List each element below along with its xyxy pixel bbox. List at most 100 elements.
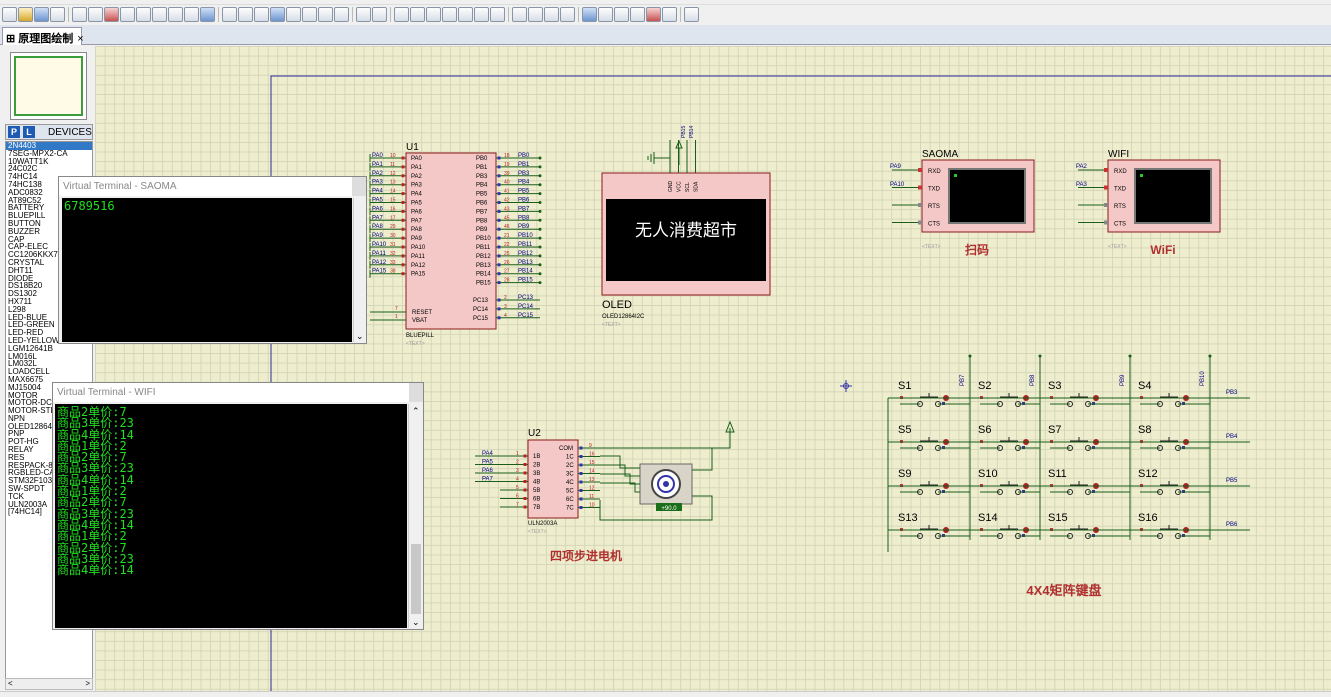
close-icon[interactable]: × [77, 33, 83, 45]
block-delete-icon[interactable] [490, 7, 505, 22]
terminal-title: Virtual Terminal - SAOMA [59, 177, 366, 196]
terminal-screen[interactable]: 6789516 [62, 198, 352, 342]
net-label: PC14 [518, 304, 534, 310]
terminal-scrollbar[interactable]: ⌃ ⌄ [408, 404, 423, 628]
source-icon[interactable] [184, 7, 199, 22]
pick-devices-button[interactable]: P [8, 126, 20, 138]
scrollbar-thumb[interactable] [411, 544, 421, 614]
save-icon[interactable] [34, 7, 49, 22]
wire-end [538, 165, 542, 169]
pin-marker [497, 174, 501, 178]
property-assign-icon[interactable] [614, 7, 629, 22]
pick-device-icon[interactable] [512, 7, 527, 22]
wire-autorouter-icon[interactable] [582, 7, 597, 22]
terminal-scrollbar[interactable]: ⌄ [353, 198, 366, 342]
notes-icon[interactable] [168, 7, 183, 22]
net-label: PB6 [1226, 522, 1238, 528]
saoma-cursor [954, 174, 957, 177]
make-device-icon[interactable] [528, 7, 543, 22]
zoom-area-icon[interactable] [334, 7, 349, 22]
pin-name: 6B [533, 497, 540, 503]
wire-end [538, 156, 542, 160]
search-icon[interactable] [598, 7, 613, 22]
net-label: PA5 [372, 198, 384, 204]
home-icon[interactable] [72, 7, 87, 22]
exit-parent-icon[interactable] [662, 7, 677, 22]
pin-name: PA10 [411, 245, 426, 251]
copy-icon[interactable] [410, 7, 425, 22]
new-sheet-icon[interactable] [630, 7, 645, 22]
zoom-in-icon[interactable] [286, 7, 301, 22]
pin-name: PB1 [476, 165, 488, 171]
block-copy-icon[interactable] [442, 7, 457, 22]
overview-viewport[interactable] [14, 56, 83, 116]
pin-marker [918, 220, 922, 225]
tab-schematic[interactable]: ⊞ 原理图绘制 × [2, 27, 84, 45]
pin-name: PA5 [411, 201, 423, 207]
virtual-terminal-saoma[interactable]: Virtual Terminal - SAOMA 6789516 ⌄ [58, 176, 367, 344]
net-label: PA2 [372, 171, 384, 177]
keypad-key-label: S4 [1138, 380, 1151, 392]
u2-ref: U2 [528, 428, 541, 439]
scroll-down-icon[interactable]: ⌄ [412, 617, 420, 628]
remove-sheet-icon[interactable] [646, 7, 661, 22]
undo-icon[interactable] [356, 7, 371, 22]
pan-icon[interactable] [270, 7, 285, 22]
pin-marker [497, 165, 501, 169]
keypad-key-label: S2 [978, 380, 991, 392]
help-icon[interactable] [200, 7, 215, 22]
block-move-icon[interactable] [458, 7, 473, 22]
pin-name: 1C [566, 455, 574, 461]
packaging-icon[interactable] [544, 7, 559, 22]
pin-name: PB9 [476, 227, 488, 233]
pin-number: 10 [589, 503, 595, 509]
zoom-all-icon[interactable] [318, 7, 333, 22]
pin-number: 4 [504, 313, 507, 319]
pin-name: RTS [928, 204, 940, 210]
device-list-scrollbar[interactable]: < > [5, 678, 93, 690]
net-label: PB10 [518, 233, 533, 239]
net-label: PB3 [518, 171, 530, 177]
scroll-up-icon[interactable]: ⌃ [412, 406, 420, 417]
pin-marker [523, 480, 527, 483]
pin-marker [1104, 185, 1108, 190]
overview-window[interactable] [10, 52, 87, 120]
scroll-down-icon[interactable]: ⌄ [356, 331, 364, 342]
pin-marker [579, 463, 583, 467]
paste-icon[interactable] [426, 7, 441, 22]
block-rotate-icon[interactable] [474, 7, 489, 22]
grid-icon[interactable] [238, 7, 253, 22]
origin-icon[interactable] [254, 7, 269, 22]
pin-marker [497, 236, 501, 240]
pcb-icon[interactable] [104, 7, 119, 22]
zoom-out-icon[interactable] [302, 7, 317, 22]
scroll-left-icon[interactable]: < [8, 679, 13, 688]
pin-name: PA0 [411, 156, 423, 162]
terminal-close-button[interactable] [409, 383, 423, 402]
redo-icon[interactable] [372, 7, 387, 22]
netlist-icon[interactable] [684, 7, 699, 22]
3d-icon[interactable] [120, 7, 135, 22]
library-manager-button[interactable]: L [23, 126, 35, 138]
new-file-icon[interactable] [2, 7, 17, 22]
pin-number: 22 [504, 242, 510, 248]
status-bar [0, 691, 1331, 697]
pin-marker [579, 506, 583, 509]
bom-icon[interactable] [152, 7, 167, 22]
cut-icon[interactable] [394, 7, 409, 22]
import-icon[interactable] [50, 7, 65, 22]
open-folder-icon[interactable] [18, 7, 33, 22]
terminal-close-button[interactable] [352, 177, 366, 196]
decompose-icon[interactable] [560, 7, 575, 22]
net-label: PB15 [518, 278, 533, 284]
motor-value: +90.0 [661, 506, 677, 512]
gerber-icon[interactable] [136, 7, 151, 22]
pin-number: 42 [504, 198, 510, 204]
scroll-right-icon[interactable]: > [85, 679, 90, 688]
schematic-icon[interactable] [88, 7, 103, 22]
virtual-terminal-wifi[interactable]: Virtual Terminal - WIFI 商品2单价:7 商品3单价:23 商… [52, 382, 424, 630]
terminal-screen[interactable]: 商品2单价:7 商品3单价:23 商品4单价:14 商品1单价:2 商品2单价:7 商品3… [55, 404, 407, 628]
pin-name: 4C [566, 480, 574, 486]
pin-name: 2B [533, 463, 540, 469]
refresh-icon[interactable] [222, 7, 237, 22]
